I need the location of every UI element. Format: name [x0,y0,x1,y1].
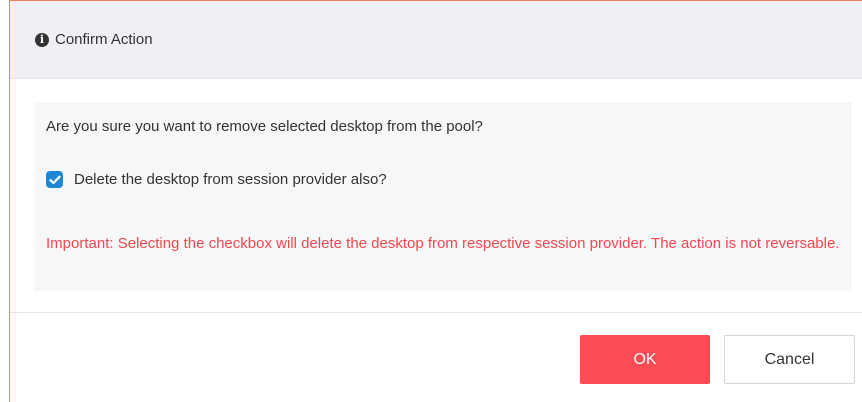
cancel-button[interactable]: Cancel [724,335,855,384]
checkbox-label[interactable]: Delete the desktop from session provider… [74,171,387,188]
warning-message: Important: Selecting the checkbox will d… [46,235,840,252]
delete-from-provider-option[interactable]: Delete the desktop from session provider… [46,171,387,188]
dialog-title: Confirm Action [55,31,153,48]
dialog-header: i Confirm Action [10,1,862,79]
footer-divider [10,312,862,313]
confirm-dialog: i Confirm Action Are you sure you want t… [9,0,862,402]
dialog-body: Are you sure you want to remove selected… [34,102,852,291]
checkmark-icon [48,175,61,184]
ok-button[interactable]: OK [580,335,710,384]
delete-from-provider-checkbox[interactable] [46,171,63,188]
info-circle-icon: i [35,32,49,47]
confirm-question: Are you sure you want to remove selected… [46,118,483,135]
